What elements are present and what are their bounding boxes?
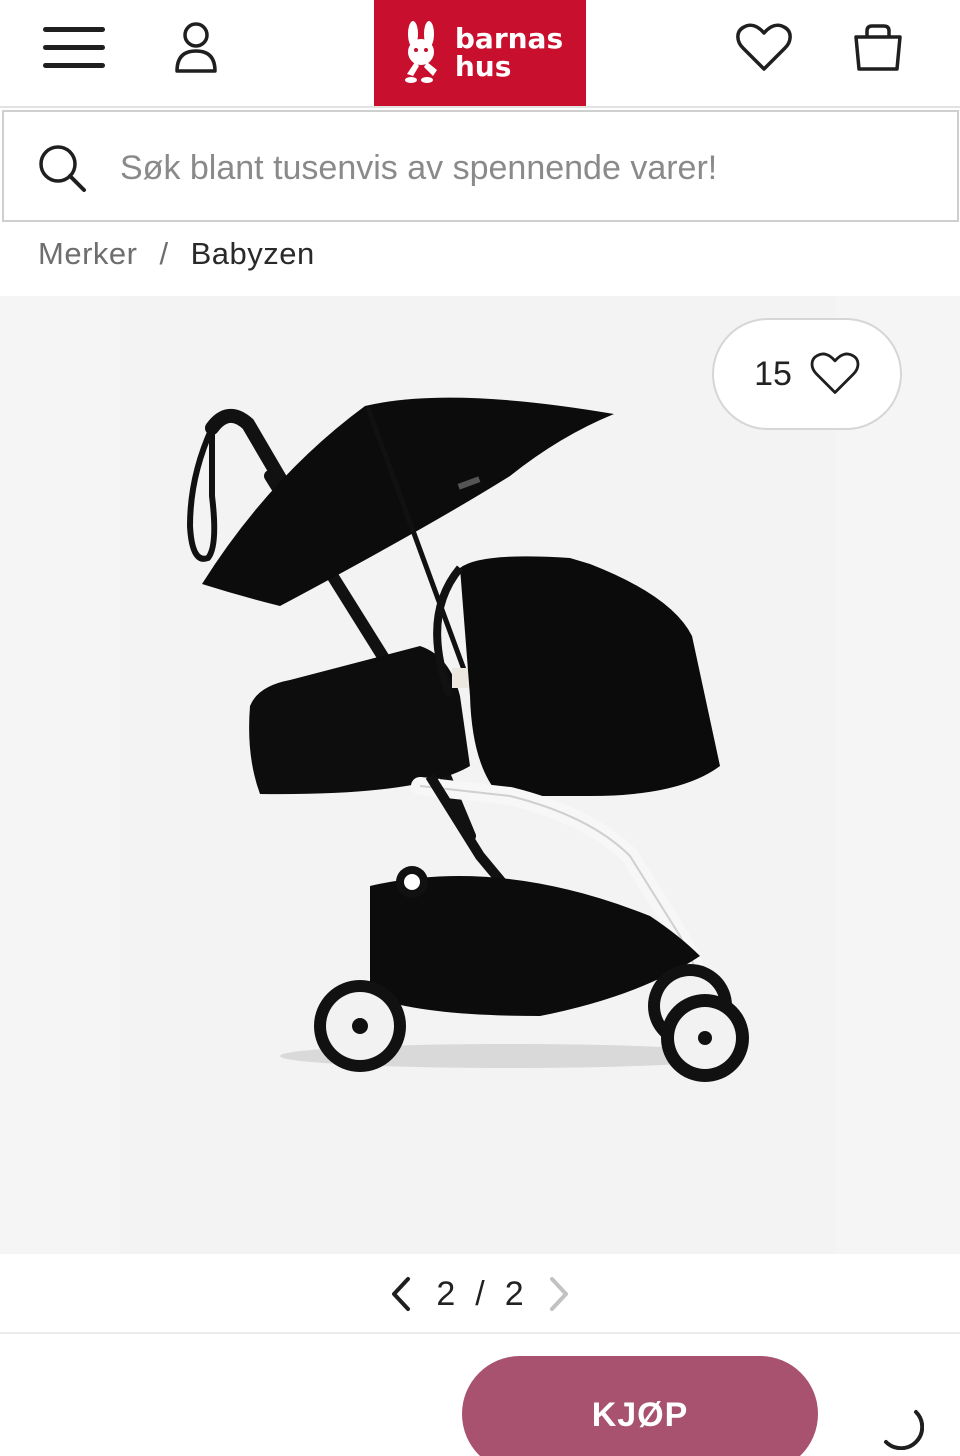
breadcrumb-item-babyzen[interactable]: Babyzen bbox=[191, 236, 315, 272]
heart-icon bbox=[736, 23, 792, 71]
pager-separator: / bbox=[475, 1274, 485, 1313]
user-icon bbox=[175, 22, 217, 73]
search-icon[interactable] bbox=[36, 142, 88, 194]
stroller-illustration bbox=[186, 397, 749, 1082]
top-header: barnas hus bbox=[0, 0, 960, 108]
brand-logo[interactable]: barnas hus bbox=[374, 0, 586, 106]
chevron-right-icon bbox=[549, 1277, 568, 1311]
search-input[interactable] bbox=[120, 140, 940, 196]
search-bar bbox=[2, 110, 959, 222]
logo-line-2: hus bbox=[454, 50, 512, 83]
favorite-count-button[interactable]: 15 bbox=[712, 318, 902, 430]
buy-button-label: KJØP bbox=[591, 1396, 689, 1434]
breadcrumb: Merker / Babyzen bbox=[38, 232, 315, 276]
breadcrumb-separator: / bbox=[159, 236, 169, 271]
menu-button[interactable] bbox=[42, 16, 106, 80]
loading-spinner-icon bbox=[884, 1410, 924, 1450]
next-image-button[interactable] bbox=[542, 1274, 576, 1314]
pager-total: 2 bbox=[504, 1274, 524, 1313]
gallery-pager: 2 / 2 bbox=[0, 1256, 960, 1334]
breadcrumb-item-merker[interactable]: Merker bbox=[38, 236, 137, 272]
heart-outline-icon bbox=[810, 352, 860, 394]
product-gallery[interactable] bbox=[0, 296, 960, 1254]
bunny-icon bbox=[404, 21, 437, 83]
logo-wordmark: barnas hus bbox=[455, 25, 563, 81]
product-image[interactable] bbox=[120, 296, 836, 1254]
account-button[interactable] bbox=[164, 16, 228, 80]
cart-button[interactable] bbox=[846, 16, 910, 80]
wishlist-button[interactable] bbox=[732, 16, 796, 80]
buy-button[interactable]: KJØP bbox=[462, 1356, 818, 1456]
shopping-bag-icon bbox=[854, 24, 902, 71]
chevron-left-icon bbox=[392, 1277, 411, 1311]
pager-current: 2 bbox=[436, 1274, 456, 1313]
favorite-count: 15 bbox=[754, 354, 792, 393]
previous-image-button[interactable] bbox=[384, 1274, 418, 1314]
menu-icon bbox=[43, 27, 105, 68]
logo-line-1: barnas bbox=[454, 22, 564, 55]
pager-controls: 2 / 2 bbox=[384, 1274, 575, 1314]
